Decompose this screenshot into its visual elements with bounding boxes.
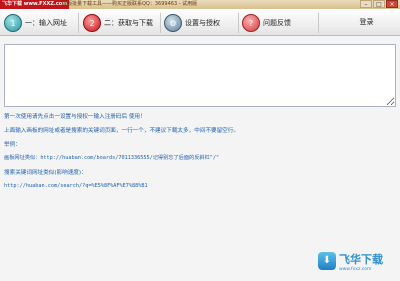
tab-feedback[interactable]: ? 问题反馈 (242, 12, 291, 34)
help-line-3: 举例： (4, 142, 21, 148)
tab-feedback-label: 问题反馈 (263, 19, 291, 27)
toolbar-divider (160, 13, 161, 33)
help-line-4: 画板网址类似：http://huaban.com/boards/70113365… (4, 155, 220, 161)
download-logo-icon: ⬇ (318, 252, 336, 270)
step-two-icon: 2 (83, 14, 101, 32)
watermark-name: 飞华下载 (339, 253, 383, 266)
watermark-url: www.fxxz.com (339, 267, 372, 272)
toolbar-divider (238, 13, 239, 33)
help-line-2: 上面输入画板的网址或者是搜索的关键词页面，一行一个，不建议下载太多，中间不要留空… (4, 128, 239, 134)
tab-fetch-download[interactable]: 2 二：获取与下载 (83, 12, 153, 34)
question-icon: ? (242, 14, 260, 32)
step-one-icon: 1 (4, 14, 22, 32)
url-input[interactable] (4, 44, 396, 107)
tab-input-url[interactable]: 1 一：输入网址 (4, 12, 67, 34)
toolbar-divider (78, 13, 79, 33)
tab-fetch-download-label: 二：获取与下载 (104, 19, 153, 27)
help-line-5: 搜索关键词网址类似(影响速度)： (4, 170, 87, 176)
window-controls: – □ × (360, 0, 398, 9)
site-badge: 飞华下载 www.FXXZ.com (0, 0, 70, 9)
tab-settings-label: 设置与授权 (185, 19, 220, 27)
tab-input-url-label: 一：输入网址 (25, 19, 67, 27)
minimize-button[interactable]: – (360, 0, 372, 8)
help-line-6: http://huaban.com/search/?q=%E5%8F%AF%E7… (4, 183, 148, 189)
close-button[interactable]: × (386, 0, 398, 8)
title-bar: 飞华下载 www.FXXZ.com 国版批量下载工具——购买正版联系QQ：369… (0, 0, 400, 9)
gear-icon: ⚙ (164, 14, 182, 32)
maximize-button[interactable]: □ (373, 0, 385, 8)
toolbar-divider (318, 13, 319, 33)
watermark: ⬇ 飞华下载 www.fxxz.com (318, 250, 392, 276)
help-line-1: 第一次使用请先点击一设置与授权一输入注册码后 使用！ (4, 114, 146, 120)
login-button[interactable]: 登录 (333, 9, 400, 36)
window-title: 国版批量下载工具——购买正版联系QQ：3699463 - 试用版 (62, 1, 198, 7)
tab-settings[interactable]: ⚙ 设置与授权 (164, 12, 220, 34)
